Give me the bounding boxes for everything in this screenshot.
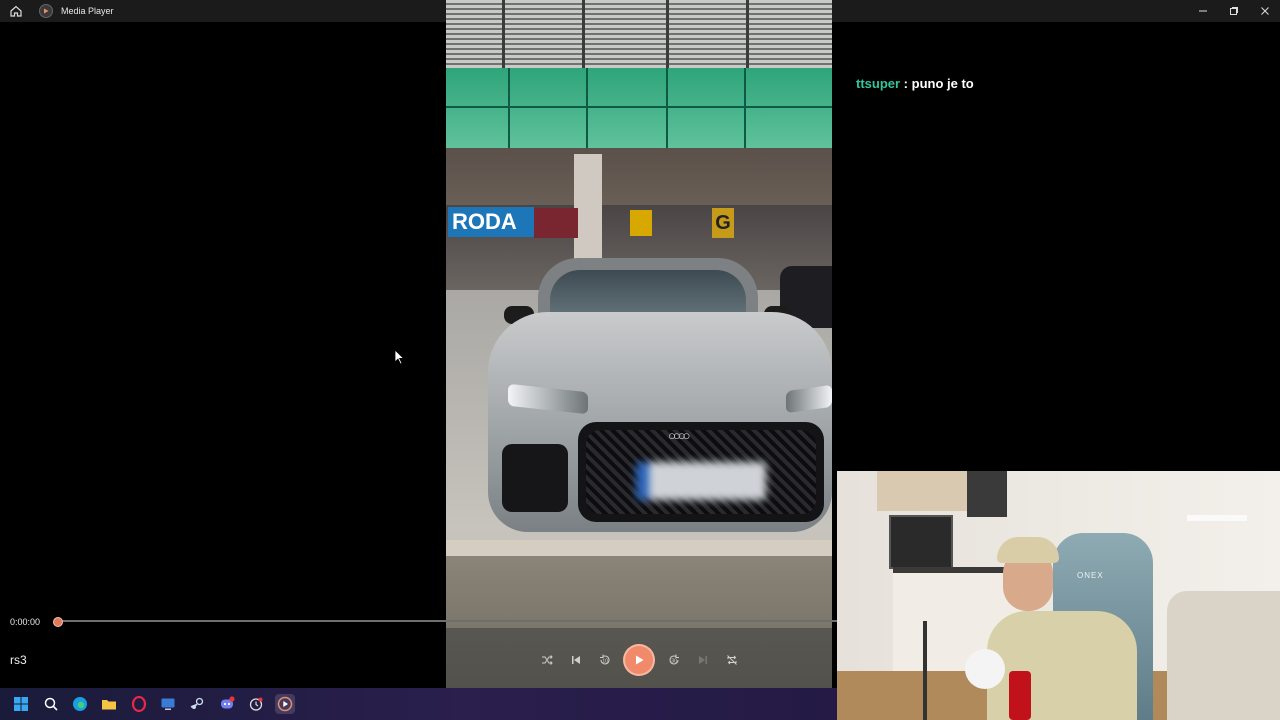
blurred-license-plate: [636, 462, 766, 500]
kitchen-oven: [889, 515, 953, 569]
glass-mullion: [508, 68, 510, 148]
video-frame[interactable]: RODA G ○○○○: [446, 0, 832, 688]
chat-text: puno je to: [911, 76, 974, 91]
webcam-overlay: ONEX: [837, 471, 1280, 720]
close-button[interactable]: [1249, 0, 1280, 22]
search-icon[interactable]: [41, 694, 61, 714]
forward-30-button[interactable]: 30: [666, 652, 682, 668]
glass-transom: [446, 106, 832, 108]
maximize-button[interactable]: [1218, 0, 1249, 22]
wall-shelf: [1187, 515, 1247, 521]
chat-message: ttsuper : puno je to: [856, 76, 974, 91]
streamer-cap: [997, 537, 1059, 563]
car-logo-rings: ○○○○: [668, 428, 690, 443]
building-column: [746, 0, 749, 68]
rewind-10-button[interactable]: 10: [597, 652, 613, 668]
store-sign-roda: RODA: [448, 207, 534, 237]
microphone: [965, 649, 1005, 689]
canopy-ceiling: [446, 148, 832, 206]
discord-icon[interactable]: [217, 694, 237, 714]
home-icon[interactable]: [9, 4, 23, 18]
building-column: [502, 0, 505, 68]
window-title: Media Player: [61, 6, 114, 16]
clock-app-icon[interactable]: [246, 694, 266, 714]
windows-start-icon[interactable]: [11, 694, 31, 714]
play-icon: [636, 655, 644, 665]
curb: [446, 540, 832, 556]
chat-separator: :: [900, 76, 912, 91]
seek-thumb[interactable]: [53, 617, 63, 627]
play-button[interactable]: [625, 646, 653, 674]
minimize-button[interactable]: [1187, 0, 1218, 22]
previous-button[interactable]: [568, 652, 584, 668]
next-button[interactable]: [695, 652, 711, 668]
chat-username: ttsuper: [856, 76, 901, 91]
car-air-intake: [502, 444, 568, 512]
chair-logo: ONEX: [1077, 571, 1104, 580]
seek-bar[interactable]: [57, 620, 837, 622]
taskbar: [0, 688, 837, 720]
glass-mullion: [666, 68, 668, 148]
building-glass: [446, 68, 832, 148]
building-column: [666, 0, 669, 68]
shuffle-button[interactable]: [539, 652, 555, 668]
media-player-app-icon: [39, 4, 53, 18]
monitor-app-icon[interactable]: [158, 694, 178, 714]
store-sign-red: [534, 208, 578, 238]
sofa: [1167, 591, 1280, 720]
mouse-cursor-icon: [394, 349, 405, 365]
steam-icon[interactable]: [187, 694, 207, 714]
rewind-label: 10: [602, 659, 608, 665]
store-sign-yellow: [630, 210, 652, 236]
glass-mullion: [744, 68, 746, 148]
store-sign-g: G: [712, 208, 734, 238]
repeat-off-button[interactable]: [724, 652, 740, 668]
current-time: 0:00:00: [10, 617, 41, 627]
glass-mullion: [586, 68, 588, 148]
edge-icon[interactable]: [70, 694, 90, 714]
pillar: [574, 154, 602, 264]
kitchen-hood: [967, 471, 1007, 517]
media-title: rs3: [10, 653, 27, 667]
opera-icon[interactable]: [129, 694, 149, 714]
forward-label: 30: [671, 659, 677, 665]
drink-can: [1009, 671, 1031, 720]
building-column: [582, 0, 585, 68]
media-player-icon[interactable]: [275, 694, 295, 714]
file-explorer-icon[interactable]: [99, 694, 119, 714]
mic-stand: [923, 621, 927, 720]
